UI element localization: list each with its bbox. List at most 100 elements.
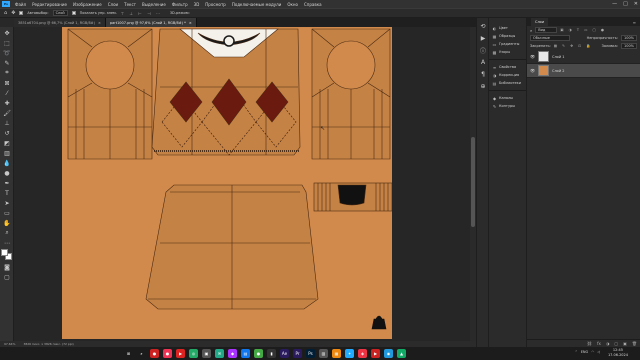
taskbar-app-icon[interactable]: ◉	[384, 349, 393, 358]
document-canvas[interactable]	[62, 27, 393, 339]
taskbar-app-icon[interactable]: ◎	[189, 349, 198, 358]
menu-filter[interactable]: Фильтр	[169, 2, 191, 7]
lock-icons[interactable]: ▦ ✎ ✥ ⊡ 🔒	[554, 44, 593, 48]
filter-icons[interactable]: ▣ ◑ T ▭ ▢ ●	[560, 28, 606, 32]
taskbar-app-icon[interactable]: ▥	[319, 349, 328, 358]
show-transform-checkbox[interactable]	[71, 11, 76, 15]
tab-close-icon[interactable]: ×	[189, 21, 192, 25]
link-layers-icon[interactable]: ⛓	[587, 341, 592, 346]
move-tool-icon[interactable]: ✥	[3, 29, 11, 37]
taskbar-app-icon[interactable]: ●	[150, 349, 159, 358]
menu-layers[interactable]: Слои	[105, 2, 121, 7]
menu-help[interactable]: Справка	[301, 2, 325, 7]
tab-document-2[interactable]: part1007.png @ 97,6% (Слой 1, RGB/8#) * …	[105, 18, 197, 27]
hand-tool-icon[interactable]: ✋	[3, 219, 11, 227]
frame-tool-icon[interactable]: ⊠	[3, 79, 11, 87]
panel-libraries[interactable]: ▤ Библиотеки	[489, 79, 526, 87]
gradient-tool-icon[interactable]: ▥	[3, 149, 11, 157]
autoselect-target-select[interactable]: Слой	[52, 10, 68, 16]
fill-input[interactable]: 100%	[620, 43, 637, 49]
panel-channels[interactable]: ◆ Каналы	[489, 94, 526, 102]
blur-tool-icon[interactable]: 💧	[3, 159, 11, 167]
taskbar-app-icon[interactable]: ⊞	[124, 349, 133, 358]
taskbar-app-icon[interactable]: ◈	[358, 349, 367, 358]
clock[interactable]: 12:45 17.06.2024	[608, 348, 628, 358]
healing-tool-icon[interactable]: ✚	[3, 99, 11, 107]
menu-file[interactable]: Файл	[12, 2, 29, 7]
crop-tool-icon[interactable]: ⌗	[3, 69, 11, 77]
history-panel-icon[interactable]: ⟲	[479, 22, 487, 30]
taskbar-app-icon[interactable]: ⌕	[137, 349, 146, 358]
taskbar-app-icon[interactable]: ●	[163, 349, 172, 358]
menu-view[interactable]: Просмотр	[202, 2, 229, 7]
wifi-icon[interactable]: ◠	[591, 350, 594, 354]
screen-mode-icon[interactable]: ▢	[3, 273, 11, 281]
panel-adjustments[interactable]: ◑ Коррекция	[489, 71, 526, 79]
menu-plugins[interactable]: Подключаемые модули	[229, 2, 285, 7]
opacity-input[interactable]: 100%	[620, 35, 637, 41]
panel-properties[interactable]: ≡ Свойства	[489, 63, 526, 71]
eyedropper-tool-icon[interactable]: ⁄	[3, 89, 11, 97]
panel-paths[interactable]: ✎ Контуры	[489, 102, 526, 110]
eraser-tool-icon[interactable]: ◩	[3, 139, 11, 147]
type-tool-icon[interactable]: T	[3, 189, 11, 197]
mask-icon[interactable]: ▢	[614, 341, 618, 346]
brush-tool-icon[interactable]: 🖌	[3, 109, 11, 117]
stamp-tool-icon[interactable]: ⊥	[3, 119, 11, 127]
taskbar-app-icon[interactable]: ▶	[176, 349, 185, 358]
panel-gradients[interactable]: ▭ Градиенты	[489, 40, 526, 48]
lasso-tool-icon[interactable]: ➰	[3, 49, 11, 57]
move-tool-icon[interactable]: ✥	[11, 10, 15, 16]
paragraph-panel-icon[interactable]: ¶	[479, 70, 487, 78]
color-swatches[interactable]	[1, 249, 13, 261]
taskbar-app-icon[interactable]: ▶	[371, 349, 380, 358]
taskbar-app-icon[interactable]: ▣	[202, 349, 211, 358]
pen-tool-icon[interactable]: ✒	[3, 179, 11, 187]
tab-layers[interactable]: Слои	[531, 18, 549, 26]
shape-tool-icon[interactable]: ▭	[3, 209, 11, 217]
foreground-color[interactable]	[1, 249, 8, 256]
taskbar-app-icon[interactable]: Ps	[306, 349, 315, 358]
zoom-level[interactable]: 97,64%	[4, 342, 15, 346]
menu-image[interactable]: Изображение	[70, 2, 105, 7]
panel-menu-icon[interactable]: ≡	[633, 20, 636, 25]
scrollbar-thumb[interactable]	[471, 137, 475, 227]
panel-swatches[interactable]: ▦ Образцы	[489, 32, 526, 40]
layer-row[interactable]: 👁 Слой 2	[527, 64, 640, 78]
autoselect-checkbox[interactable]	[19, 11, 24, 15]
quick-select-tool-icon[interactable]: ✎	[3, 59, 11, 67]
maximize-button[interactable]: □	[623, 1, 628, 7]
adjustment-layer-icon[interactable]: ◑	[606, 341, 610, 346]
align-icons[interactable]: ⊤ ⊥ ⊢ ⊣ ⋯	[121, 11, 162, 16]
taskbar-app-icon[interactable]: ✦	[345, 349, 354, 358]
panel-color[interactable]: ◐ Цвет	[489, 24, 526, 32]
glyphs-panel-icon[interactable]: ⊕	[479, 82, 487, 90]
blend-mode-select[interactable]: Обычные	[530, 35, 570, 41]
taskbar-app-icon[interactable]: ▦	[332, 349, 341, 358]
layer-filter-select[interactable]: Вид	[535, 27, 558, 33]
character-panel-icon[interactable]: A	[479, 58, 487, 66]
language-indicator[interactable]: ENG	[581, 350, 589, 354]
quick-mask-icon[interactable]: ◙	[3, 263, 11, 271]
tab-document-1[interactable]: 3851a6704.png @ 66,7% (Слой 1, RGB/8#) ×	[14, 18, 106, 27]
visibility-eye-icon[interactable]: 👁	[530, 68, 535, 73]
taskbar-app-icon[interactable]: ▮	[267, 349, 276, 358]
taskbar-app-icon[interactable]: Ae	[280, 349, 289, 358]
menu-type[interactable]: Текст	[121, 2, 139, 7]
info-panel-icon[interactable]: ⓘ	[479, 46, 487, 55]
layer-row[interactable]: 👁 Слой 1	[527, 50, 640, 64]
taskbar-app-icon[interactable]: ◆	[228, 349, 237, 358]
taskbar-app-icon[interactable]: ●	[254, 349, 263, 358]
actions-panel-icon[interactable]: ▶	[479, 34, 487, 42]
volume-icon[interactable]: ◁	[597, 350, 600, 354]
path-select-tool-icon[interactable]: ➤	[3, 199, 11, 207]
fx-icon[interactable]: fx	[597, 341, 601, 346]
minimize-button[interactable]: —	[612, 1, 617, 7]
tray-chevron-icon[interactable]: ⌃	[575, 350, 578, 354]
taskbar-app-icon[interactable]: ▤	[241, 349, 250, 358]
marquee-tool-icon[interactable]: ⬚	[3, 39, 11, 47]
zoom-tool-icon[interactable]: ⌕	[3, 229, 11, 237]
tab-close-icon[interactable]: ×	[98, 21, 101, 25]
home-icon[interactable]: ⌂	[4, 10, 7, 16]
dodge-tool-icon[interactable]: ●	[3, 169, 11, 177]
